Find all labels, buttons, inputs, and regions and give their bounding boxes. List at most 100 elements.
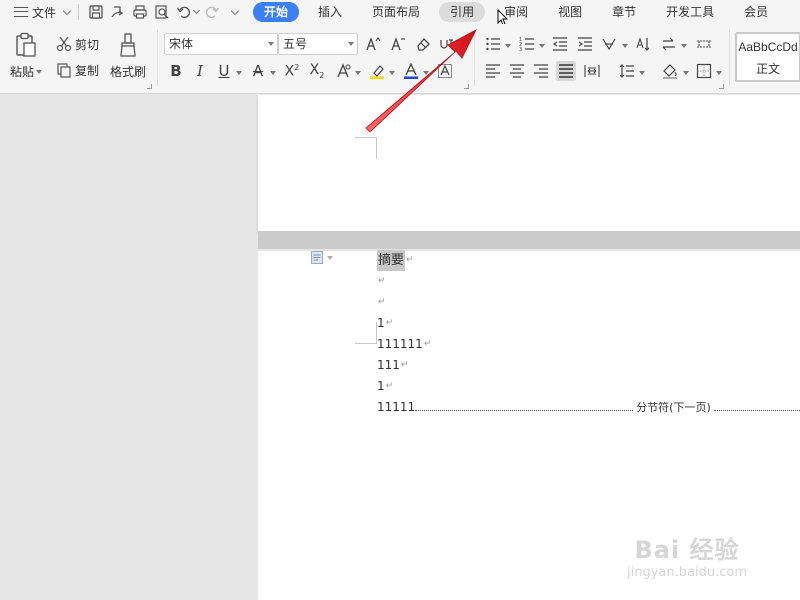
increase-indent-icon (578, 37, 592, 51)
align-right-button[interactable] (531, 61, 551, 81)
undo-button[interactable] (173, 2, 201, 22)
decrease-indent-button[interactable] (550, 34, 570, 54)
chevron-down-icon (230, 6, 240, 15)
highlight-dropdown-icon[interactable] (389, 71, 395, 75)
doc-line[interactable]: 111 ↵ (377, 355, 800, 376)
redo-button[interactable] (201, 2, 223, 22)
align-left-button[interactable] (483, 61, 503, 81)
shading-dropdown-icon[interactable] (683, 71, 689, 75)
doc-line[interactable]: 111111 ↵ (377, 334, 800, 355)
paste-button[interactable]: 粘贴 (10, 32, 43, 80)
doc-line-text: 111 (377, 358, 400, 372)
save-icon (89, 5, 103, 19)
tab-stops-button[interactable] (694, 34, 714, 54)
export-button[interactable] (107, 2, 129, 22)
underline-dropdown-icon[interactable] (236, 71, 242, 75)
numbering-dropdown-icon[interactable] (539, 44, 545, 48)
grow-font-icon (366, 37, 381, 51)
highlight-button[interactable] (367, 61, 387, 81)
show-hide-marks-button[interactable] (659, 34, 679, 54)
document-body[interactable]: 摘要 ↵ ↵ ↵ 1 ↵ 111111 ↵ 111 ↵ 1 ↵ 11111 分节符(下一页… (377, 250, 800, 418)
strikethrough-dropdown-icon[interactable] (270, 71, 276, 75)
italic-button[interactable]: I (190, 61, 210, 81)
ribbon-tabs: 开始 插入 页面布局 引用 审阅 视图 章节 开发工具 会员 (253, 2, 787, 22)
format-painter-button[interactable]: 格式刷 (110, 32, 146, 80)
borders-dropdown-icon[interactable] (716, 71, 722, 75)
tab-references[interactable]: 引用 (439, 2, 486, 22)
phonetic-guide-button[interactable] (437, 34, 457, 54)
align-center-button[interactable] (507, 61, 527, 81)
grow-font-button[interactable] (363, 34, 383, 54)
font-dialog-launcher[interactable] (464, 84, 469, 89)
scissors-icon (56, 36, 72, 52)
bullets-dropdown-icon[interactable] (505, 44, 511, 48)
distributed-button[interactable] (582, 61, 602, 81)
doc-line[interactable]: 1 ↵ (377, 313, 800, 334)
baidu-jingyan-watermark: Bai 经验 jingyan.baidu.com (612, 530, 762, 590)
justify-button[interactable] (556, 61, 576, 81)
bullets-button[interactable] (483, 34, 503, 54)
align-center-icon (510, 64, 524, 78)
clear-format-button[interactable] (413, 34, 433, 54)
doc-line-text: 1 (377, 316, 385, 330)
line-spacing-icon (619, 64, 634, 78)
tab-chapter[interactable]: 章节 (601, 2, 647, 22)
file-menu-button[interactable]: 文件 (14, 2, 72, 22)
sort-button[interactable] (633, 34, 653, 54)
shading-button[interactable] (660, 61, 680, 81)
line-spacing-button[interactable] (617, 61, 637, 81)
subscript-icon: X2 (309, 62, 325, 80)
subscript-button[interactable]: X2 (307, 61, 327, 81)
character-border-button[interactable] (435, 61, 455, 81)
chevron-down-icon (62, 6, 72, 15)
print-button[interactable] (129, 2, 151, 22)
numbering-button[interactable]: 123 (517, 34, 537, 54)
tab-member[interactable]: 会员 (733, 2, 779, 22)
italic-icon: I (197, 62, 203, 80)
text-effect-button[interactable] (333, 61, 353, 81)
marks-dropdown-icon[interactable] (681, 44, 687, 48)
doc-line[interactable]: 摘要 ↵ (377, 250, 800, 271)
doc-line-text: 11111 (377, 400, 416, 414)
tab-home[interactable]: 开始 (253, 2, 300, 22)
save-button[interactable] (85, 2, 107, 22)
document-page-1[interactable] (258, 95, 800, 231)
font-color-dropdown-icon[interactable] (423, 71, 429, 75)
line-spacing-dropdown-icon[interactable] (639, 71, 645, 75)
font-name-select[interactable]: 宋体 (164, 33, 278, 55)
chinese-layout-button[interactable] (600, 34, 620, 54)
paragraph-dialog-launcher[interactable] (719, 84, 724, 89)
menu-bar: 文件 开始 插入 页面布局 引用 审阅 视图 章节 开发工具 会员 (0, 0, 800, 24)
tab-developer[interactable]: 开发工具 (655, 2, 725, 22)
paragraph-mark: ↵ (400, 360, 409, 370)
copy-button[interactable]: 复制 (56, 60, 99, 80)
chinese-layout-dropdown-icon[interactable] (622, 44, 628, 48)
paragraph-marks-icon (662, 37, 675, 51)
font-size-select[interactable]: 五号 (278, 33, 358, 55)
borders-button[interactable] (694, 61, 714, 81)
tab-view[interactable]: 视图 (547, 2, 593, 22)
doc-line[interactable]: 1 ↵ (377, 376, 800, 397)
paragraph-layout-handle[interactable] (311, 251, 333, 264)
font-color-button[interactable] (401, 61, 421, 81)
shrink-font-button[interactable] (388, 34, 408, 54)
character-border-icon (438, 64, 452, 78)
doc-line-section-break[interactable]: 11111 分节符(下一页) (377, 397, 800, 418)
cut-button[interactable]: 剪切 (56, 34, 99, 54)
text-effect-dropdown-icon[interactable] (355, 71, 361, 75)
bold-button[interactable]: B (166, 61, 186, 81)
tab-page-layout[interactable]: 页面布局 (361, 2, 431, 22)
underline-button[interactable]: U (214, 61, 234, 81)
superscript-button[interactable]: X2 (282, 61, 302, 81)
customize-quick-access-button[interactable] (223, 2, 245, 22)
strikethrough-button[interactable]: A (248, 61, 268, 81)
text-effect-icon (337, 63, 351, 78)
increase-indent-button[interactable] (575, 34, 595, 54)
tab-insert[interactable]: 插入 (307, 2, 353, 22)
doc-line[interactable]: ↵ (377, 292, 800, 313)
print-preview-button[interactable] (151, 2, 173, 22)
style-normal-card[interactable]: AaBbCcDd 正文 (735, 32, 800, 82)
paragraph-layout-icon (311, 251, 323, 264)
doc-line[interactable]: ↵ (377, 271, 800, 292)
clipboard-dialog-launcher[interactable] (147, 84, 152, 89)
